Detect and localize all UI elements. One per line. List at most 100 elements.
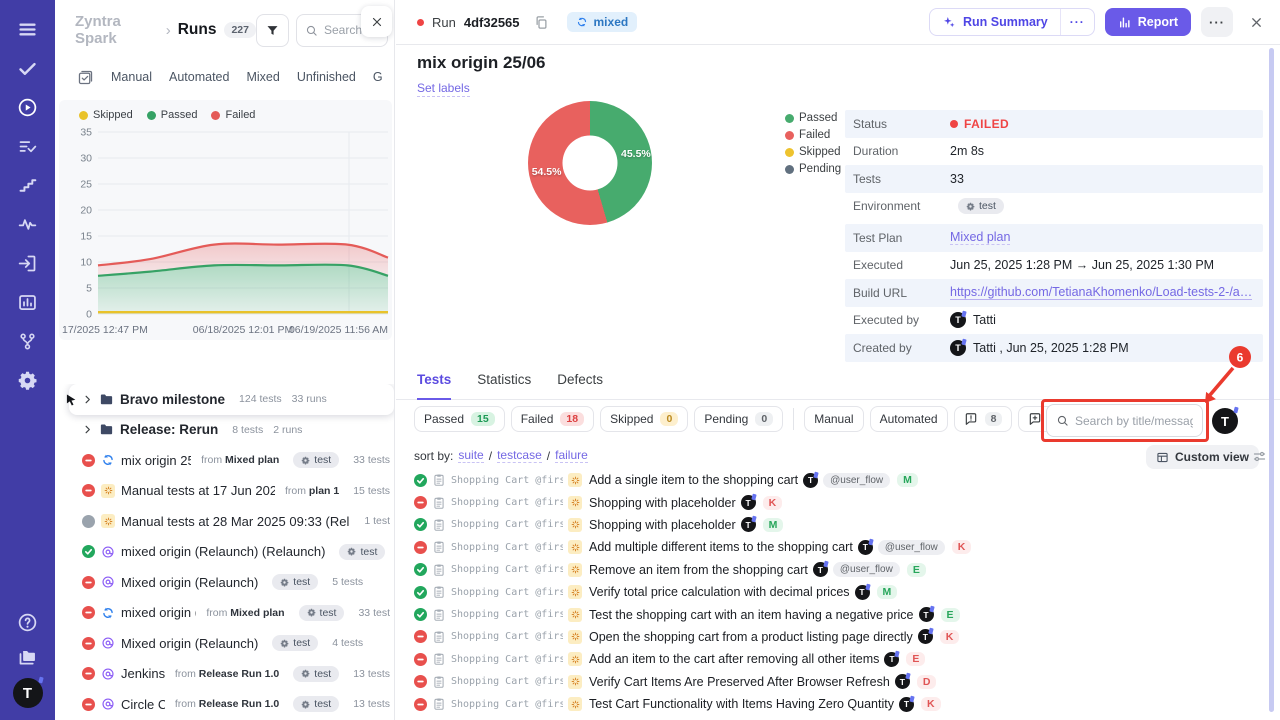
test-list-item[interactable]: Shopping Cart @first…Test Cart Functiona… xyxy=(396,693,1268,715)
copy-run-id-icon[interactable] xyxy=(534,15,549,30)
status-passed-icon xyxy=(414,586,427,599)
environment-badge: test xyxy=(272,635,318,651)
filter-chip-manual[interactable]: Manual xyxy=(804,406,863,432)
run-list-item[interactable]: Bravo milestone124 tests33 runs xyxy=(69,384,394,415)
donut-legend-item-skipped[interactable]: Skipped xyxy=(785,146,841,158)
test-list-item[interactable]: Shopping Cart @first…Shopping with place… xyxy=(396,491,1268,513)
tab-defects[interactable]: Defects xyxy=(557,372,603,399)
report-button[interactable]: Report xyxy=(1105,8,1191,36)
runs-tab-unfinished[interactable]: Unfinished xyxy=(297,70,356,84)
test-list-item[interactable]: Shopping Cart @first…Test the shopping c… xyxy=(396,603,1268,625)
tests-search[interactable] xyxy=(1046,404,1203,437)
run-list-item[interactable]: Circle CI runfrom Release Run 1.0test13 … xyxy=(55,689,394,720)
donut-legend-item-pending[interactable]: Pending xyxy=(785,163,841,175)
sidebar-item-bar-chart[interactable] xyxy=(16,291,40,313)
detail-value: Jun 25, 2025 1:28 PM → Jun 25, 2025 1:30… xyxy=(950,258,1255,272)
run-list-item[interactable]: Manual tests at 17 Jun 2025 10:09from pl… xyxy=(55,476,394,507)
svg-text:06/19/2025 11:56 AM: 06/19/2025 11:56 AM xyxy=(289,324,388,336)
sidebar-item-menu[interactable] xyxy=(16,18,40,40)
filter-chip-automated[interactable]: Automated xyxy=(870,406,948,432)
runs-filter-button[interactable] xyxy=(256,14,289,47)
test-list-item[interactable]: Shopping Cart @first…Open the shopping c… xyxy=(396,626,1268,648)
more-actions-button[interactable]: ··· xyxy=(1201,7,1233,37)
test-list-item[interactable]: Shopping Cart @first…Remove an item from… xyxy=(396,559,1268,581)
filter-chip-skipped[interactable]: Skipped0 xyxy=(600,406,688,432)
sidebar-item-play-circle[interactable] xyxy=(16,96,40,118)
donut-legend-item-passed[interactable]: Passed xyxy=(785,112,841,124)
sidebar-item-steps[interactable] xyxy=(16,174,40,196)
run-summary-more-button[interactable]: ··· xyxy=(1060,9,1094,35)
environment-label: test xyxy=(293,637,310,649)
sort-option-suite[interactable]: suite xyxy=(458,448,483,463)
sidebar-item-pulse[interactable] xyxy=(16,213,40,235)
run-list-item[interactable]: mix origin 25/06from Mixed plantest33 te… xyxy=(55,445,394,476)
test-list-item[interactable]: Shopping Cart @first…Add a single item t… xyxy=(396,469,1268,491)
detail-value: TTatti xyxy=(950,312,1255,328)
assignee-avatar[interactable]: T xyxy=(1212,408,1238,434)
test-list-item[interactable]: Shopping Cart @first…Add an item to the … xyxy=(396,648,1268,670)
run-list-item[interactable]: Mixed origin (Relaunch)test5 tests xyxy=(55,567,394,598)
tests-search-input[interactable] xyxy=(1075,414,1193,428)
runs-list: Bravo milestone124 tests33 runsRelease: … xyxy=(55,384,394,720)
run-list-item[interactable]: mixed origin (Relaunch)from Mixed plante… xyxy=(55,598,394,629)
svg-text:06/18/2025 12:01 PM: 06/18/2025 12:01 PM xyxy=(193,324,293,336)
legend-item-skipped[interactable]: Skipped xyxy=(79,109,133,121)
runs-tab-manual[interactable]: Manual xyxy=(111,70,152,84)
clipboard-icon xyxy=(432,675,446,689)
donut-legend-item-failed[interactable]: Failed xyxy=(785,129,841,141)
breadcrumb-app[interactable]: Zyntra Spark xyxy=(75,13,159,47)
custom-view-button[interactable]: Custom view xyxy=(1146,445,1259,469)
test-plan-link[interactable]: Mixed plan xyxy=(950,230,1010,245)
test-list-item[interactable]: Shopping Cart @first…Shopping with place… xyxy=(396,514,1268,536)
sidebar-item-help[interactable] xyxy=(16,611,40,633)
set-labels-link[interactable]: Set labels xyxy=(417,81,470,97)
user-avatar[interactable]: T xyxy=(13,678,43,708)
runs-tab-mixed[interactable]: Mixed xyxy=(246,70,279,84)
run-list-item[interactable]: Mixed origin (Relaunch)test4 tests xyxy=(55,628,394,659)
filter-chip-passed[interactable]: Passed15 xyxy=(414,406,505,432)
scrollbar[interactable] xyxy=(1269,48,1274,712)
run-list-item[interactable]: mixed origin (Relaunch) (Relaunch)test xyxy=(55,537,394,568)
sort-by-row: sort by:suite/testcase/failure xyxy=(414,448,588,463)
test-list-item[interactable]: Shopping Cart @first…Verify Cart Items A… xyxy=(396,671,1268,693)
run-list-item[interactable]: Jenkins runfrom Release Run 1.0test13 te… xyxy=(55,659,394,690)
sidebar-item-branch[interactable] xyxy=(16,330,40,352)
detail-value: 33 xyxy=(950,172,1255,186)
clipboard-icon xyxy=(432,473,446,487)
run-meta: 33 test xyxy=(358,607,390,619)
legend-item-passed[interactable]: Passed xyxy=(147,109,198,121)
detail-label: Tests xyxy=(853,172,950,186)
test-suite: Shopping Cart @first… xyxy=(451,631,563,642)
at-icon xyxy=(101,545,115,559)
test-list-item[interactable]: Shopping Cart @first…Verify total price … xyxy=(396,581,1268,603)
run-list-item[interactable]: Manual tests at 28 Mar 2025 09:33 (Relau… xyxy=(55,506,394,537)
sidebar-item-check[interactable] xyxy=(16,57,40,79)
legend-item-failed[interactable]: Failed xyxy=(211,109,255,121)
filter-chip-failed[interactable]: Failed18 xyxy=(511,406,594,432)
runs-tab-g[interactable]: G xyxy=(373,70,383,84)
tab-statistics[interactable]: Statistics xyxy=(477,372,531,399)
close-run-icon[interactable] xyxy=(1249,15,1264,30)
tab-tests[interactable]: Tests xyxy=(417,372,451,400)
chevron-right-icon xyxy=(82,394,93,405)
sidebar-item-folders[interactable] xyxy=(16,646,40,668)
run-meta: 13 tests xyxy=(353,668,390,680)
run-summary-button[interactable]: Run Summary ··· xyxy=(929,8,1095,36)
sidebar-item-list-check[interactable] xyxy=(16,135,40,157)
filter-chip-comment-alert[interactable]: 8 xyxy=(954,406,1013,432)
sort-option-testcase[interactable]: testcase xyxy=(497,448,542,463)
select-runs-icon[interactable] xyxy=(77,69,94,86)
manual-test-icon xyxy=(568,697,582,711)
filter-chip-pending[interactable]: Pending0 xyxy=(694,406,783,432)
sidebar-item-import[interactable] xyxy=(16,252,40,274)
sort-option-failure[interactable]: failure xyxy=(555,448,588,463)
test-list-item[interactable]: Shopping Cart @first…Add multiple differ… xyxy=(396,536,1268,558)
run-list-item[interactable]: Release: Rerun8 tests2 runs xyxy=(55,415,394,446)
sidebar-item-gear[interactable] xyxy=(16,369,40,391)
view-settings-icon[interactable] xyxy=(1252,449,1267,464)
manual-test-icon xyxy=(568,608,582,622)
run-meta: 5 tests xyxy=(332,576,363,588)
runs-tab-automated[interactable]: Automated xyxy=(169,70,229,84)
build-url-link[interactable]: https://github.com/TetianaKhomenko/Load-… xyxy=(950,285,1252,300)
panel-close-button[interactable] xyxy=(361,6,392,37)
